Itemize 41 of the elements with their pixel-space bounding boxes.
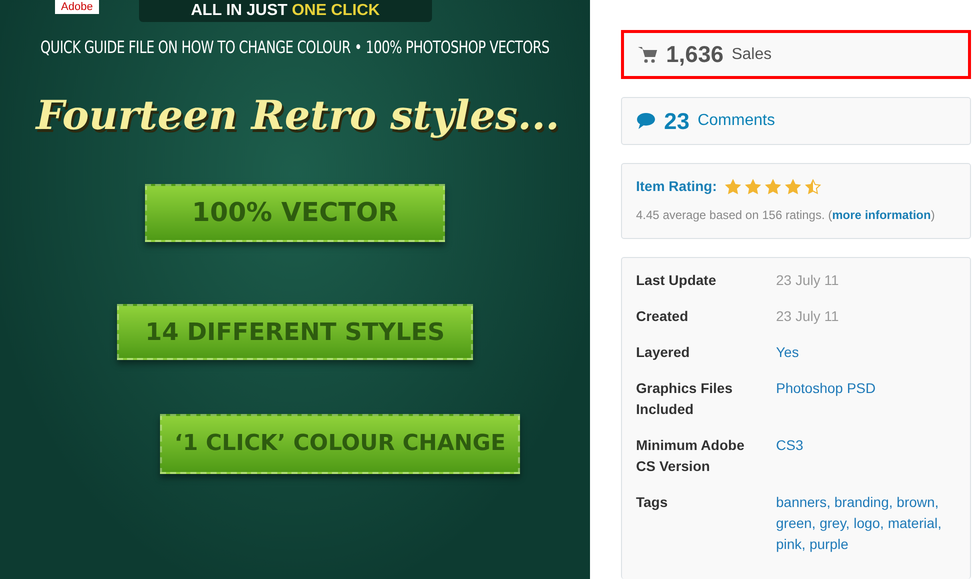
detail-label: Layered xyxy=(636,343,691,362)
ribbon-banner: ‘1 CLICK’ COLOUR CHANGE xyxy=(160,414,520,474)
ribbon-banner: 100% VECTOR xyxy=(145,184,445,242)
detail-value: 23 July 11 xyxy=(776,307,839,326)
detail-label: Last Update xyxy=(636,271,718,290)
sales-label: Sales xyxy=(732,44,772,65)
tag-link[interactable]: grey, xyxy=(820,515,850,532)
detail-link[interactable]: Photoshop PSD xyxy=(776,378,876,420)
tag-link[interactable]: green, xyxy=(776,515,816,532)
tag-link[interactable]: banners, xyxy=(776,494,830,510)
comment-count: 23 xyxy=(664,106,690,136)
tag-link[interactable]: logo, xyxy=(854,515,884,532)
star-icon xyxy=(764,178,781,195)
star-icon xyxy=(744,178,761,195)
detail-label: Minimum Adobe CS Version xyxy=(636,436,746,476)
speech-bubble-icon xyxy=(636,112,656,130)
star-icon xyxy=(724,178,741,195)
detail-label: Tags xyxy=(636,493,669,512)
detail-link[interactable]: CS3 xyxy=(776,435,804,478)
detail-link[interactable]: Yes xyxy=(776,342,799,364)
tag-link[interactable]: pink, xyxy=(776,536,806,552)
comments-link[interactable]: Comments xyxy=(698,109,775,134)
cart-icon xyxy=(638,46,658,64)
more-information-link[interactable]: more information xyxy=(832,208,931,222)
adobe-badge: Adobe xyxy=(55,0,99,14)
detail-label: Created xyxy=(636,307,690,326)
tag-link[interactable]: branding, xyxy=(834,494,893,510)
preview-subtitle: QUICK GUIDE FILE ON HOW TO CHANGE COLOUR • 100% PHOTOSHOP VECTORS xyxy=(40,37,550,60)
star-icon xyxy=(804,178,821,195)
tag-link[interactable]: purple xyxy=(809,536,848,552)
star-icon xyxy=(784,178,801,195)
detail-value: 23 July 11 xyxy=(776,271,839,290)
tag-link[interactable]: material, xyxy=(888,515,942,532)
sales-count: 1,636 xyxy=(666,40,724,70)
detail-label: Graphics Files Included xyxy=(636,379,734,420)
preview-headline: Fourteen Retro styles... xyxy=(36,90,560,140)
banner-text: ALL IN JUST ONE CLICK xyxy=(138,0,432,22)
ribbon-banner: 14 DIFFERENT STYLES xyxy=(117,304,473,360)
tag-link[interactable]: brown, xyxy=(896,494,939,510)
rating-summary: 4.45 average based on 156 ratings. (more information) xyxy=(636,207,936,224)
rating-label: Item Rating: xyxy=(636,177,717,196)
